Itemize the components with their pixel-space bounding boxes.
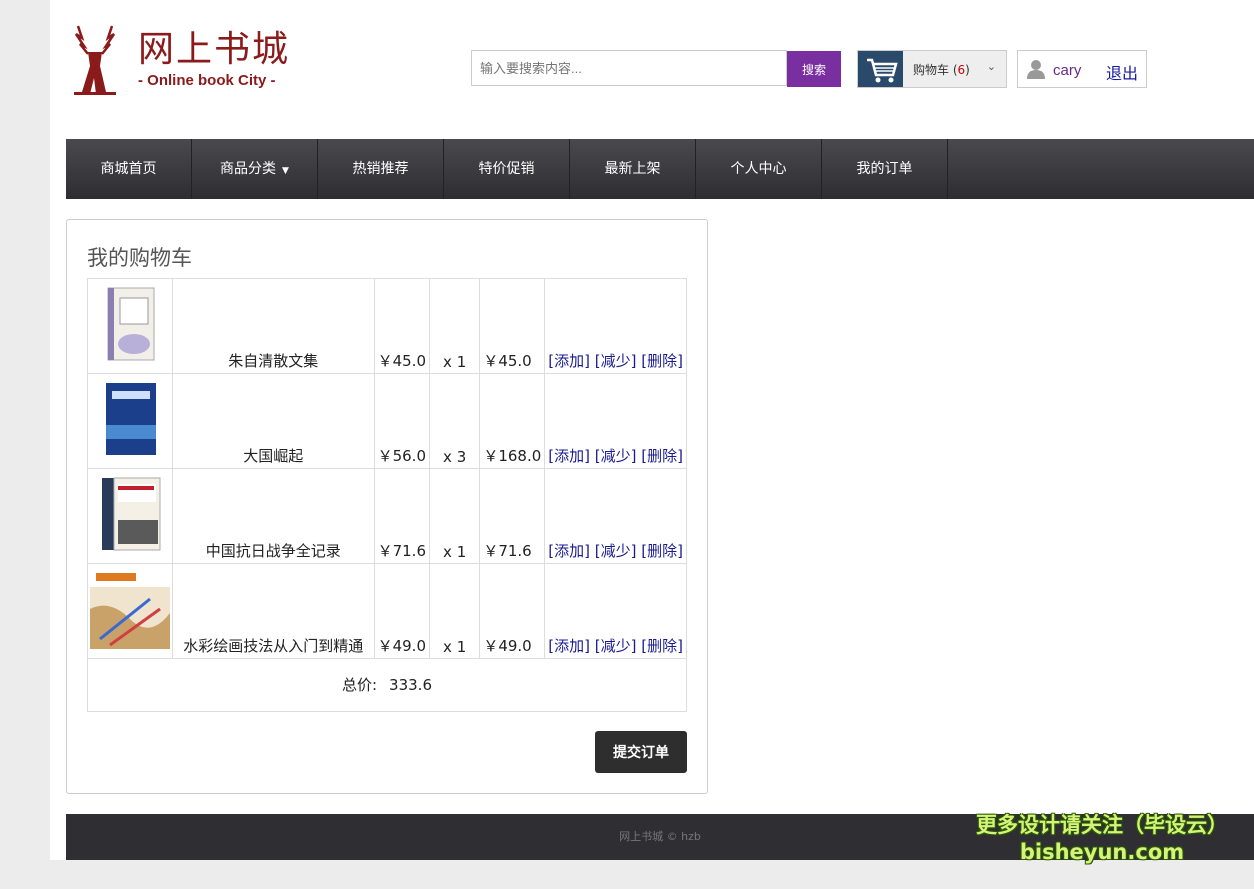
book-subtotal: ￥168.0 xyxy=(479,373,546,469)
logout-link[interactable]: 退出 xyxy=(1106,60,1138,84)
add-link[interactable]: [添加] xyxy=(548,542,590,560)
nav-label: 热销推荐 xyxy=(352,161,409,177)
cart-dropdown-button[interactable]: 购物车 (6) ⌄ xyxy=(857,50,1007,88)
book-cover-image[interactable] xyxy=(98,286,162,362)
add-link[interactable]: [添加] xyxy=(548,637,590,655)
chevron-down-icon: ⌄ xyxy=(986,60,996,73)
delete-link[interactable]: [删除] xyxy=(641,542,683,560)
book-qty: x 1 xyxy=(428,468,481,564)
cart-count-close: ) xyxy=(965,63,970,77)
user-box: cary 退出 xyxy=(1017,50,1147,88)
nav-item-home[interactable]: 商城首页 xyxy=(66,139,192,199)
add-link[interactable]: [添加] xyxy=(548,352,590,370)
logo-english-text: - Online book City - xyxy=(138,72,276,89)
search-button[interactable]: 搜索 xyxy=(787,51,841,87)
book-price: ￥71.6 xyxy=(373,468,431,564)
book-cover-cell xyxy=(87,563,173,659)
book-cover-cell xyxy=(87,278,173,374)
book-cover-image[interactable] xyxy=(90,569,170,649)
nav-item-hot[interactable]: 热销推荐 xyxy=(318,139,444,199)
total-row: 总价: 333.6 xyxy=(87,658,687,712)
book-subtotal: ￥45.0 xyxy=(479,278,546,374)
nav-item-profile[interactable]: 个人中心 xyxy=(696,139,822,199)
footer-text: 网上书城 © hzb xyxy=(619,830,701,843)
nav-label: 我的订单 xyxy=(856,161,913,177)
book-name: 大国崛起 xyxy=(172,373,375,469)
cart-panel: 我的购物车 朱自清散文集 ￥45.0 x 1 ￥45.0 [添加] [减少] [… xyxy=(66,219,708,794)
total-cell: 总价: 333.6 xyxy=(87,658,687,712)
actions-cell: [添加] [减少] [删除] xyxy=(544,278,687,374)
logo-chinese-text: 网上书城 xyxy=(138,29,291,70)
submit-order-button[interactable]: 提交订单 xyxy=(595,731,687,773)
book-name: 中国抗日战争全记录 xyxy=(172,468,375,564)
deer-logo-icon xyxy=(74,25,116,95)
delete-link[interactable]: [删除] xyxy=(641,352,683,370)
watermark: 更多设计请关注（毕设云） bisheyun.com xyxy=(972,812,1232,866)
page-title: 我的购物车 xyxy=(87,246,192,270)
book-cover-image[interactable] xyxy=(98,476,162,552)
book-subtotal: ￥49.0 xyxy=(479,563,546,659)
add-link[interactable]: [添加] xyxy=(548,447,590,465)
table-row: 中国抗日战争全记录 ￥71.6 x 1 ￥71.6 [添加] [减少] [删除] xyxy=(87,468,687,564)
cart-icon-container xyxy=(858,51,903,87)
watermark-line2: bisheyun.com xyxy=(1019,840,1185,864)
book-cover-cell xyxy=(87,468,173,564)
table-row: 水彩绘画技法从入门到精通 ￥49.0 x 1 ￥49.0 [添加] [减少] [… xyxy=(87,563,687,659)
book-price: ￥45.0 xyxy=(373,278,431,374)
book-price: ￥49.0 xyxy=(373,563,431,659)
nav-label: 特价促销 xyxy=(478,161,535,177)
main-nav: 商城首页 商品分类 ▼ 热销推荐 特价促销 最新上架 个人中心 我的订单 xyxy=(66,139,1254,199)
actions-cell: [添加] [减少] [删除] xyxy=(544,468,687,564)
book-price: ￥56.0 xyxy=(373,373,431,469)
table-row: 朱自清散文集 ￥45.0 x 1 ￥45.0 [添加] [减少] [删除] xyxy=(87,278,687,374)
book-cover-cell xyxy=(87,373,173,469)
total-label: 总价: xyxy=(341,675,378,694)
watermark-line1: 更多设计请关注（毕设云） xyxy=(976,813,1228,837)
reduce-link[interactable]: [减少] xyxy=(595,542,637,560)
nav-label: 个人中心 xyxy=(730,161,787,177)
book-name: 水彩绘画技法从入门到精通 xyxy=(172,563,375,659)
book-cover-image[interactable] xyxy=(98,381,162,457)
book-qty: x 1 xyxy=(428,563,481,659)
reduce-link[interactable]: [减少] xyxy=(595,447,637,465)
cart-count-open: ( xyxy=(949,63,958,77)
book-subtotal: ￥71.6 xyxy=(479,468,546,564)
cart-text: 购物车 xyxy=(913,63,950,77)
actions-cell: [添加] [减少] [删除] xyxy=(544,563,687,659)
nav-item-new[interactable]: 最新上架 xyxy=(570,139,696,199)
cart-table: 朱自清散文集 ￥45.0 x 1 ￥45.0 [添加] [减少] [删除] 大国… xyxy=(87,278,687,712)
nav-label: 商城首页 xyxy=(100,161,157,177)
cart-label: 购物车 (6) xyxy=(913,61,970,78)
reduce-link[interactable]: [减少] xyxy=(595,352,637,370)
nav-item-orders[interactable]: 我的订单 xyxy=(822,139,948,199)
book-qty: x 3 xyxy=(428,373,481,469)
nav-item-sale[interactable]: 特价促销 xyxy=(444,139,570,199)
user-icon xyxy=(1027,60,1045,79)
actions-cell: [添加] [减少] [删除] xyxy=(544,373,687,469)
book-qty: x 1 xyxy=(428,278,481,374)
cart-count-badge: 6 xyxy=(957,63,966,77)
book-name: 朱自清散文集 xyxy=(172,278,375,374)
nav-item-categories[interactable]: 商品分类 ▼ xyxy=(192,139,318,199)
total-value: 333.6 xyxy=(389,675,432,694)
page: 网上书城 - Online book City - 搜索 购物车 (6) ⌄ c… xyxy=(50,0,1254,860)
caret-down-icon: ▼ xyxy=(282,166,289,176)
username-link[interactable]: cary xyxy=(1053,62,1081,79)
delete-link[interactable]: [删除] xyxy=(641,447,683,465)
nav-label: 商品分类 xyxy=(220,161,277,177)
search-input[interactable] xyxy=(471,50,787,86)
shopping-cart-icon xyxy=(867,58,898,83)
site-logo[interactable]: 网上书城 - Online book City - xyxy=(70,18,290,98)
nav-label: 最新上架 xyxy=(604,161,661,177)
table-row: 大国崛起 ￥56.0 x 3 ￥168.0 [添加] [减少] [删除] xyxy=(87,373,687,469)
delete-link[interactable]: [删除] xyxy=(641,637,683,655)
reduce-link[interactable]: [减少] xyxy=(595,637,637,655)
